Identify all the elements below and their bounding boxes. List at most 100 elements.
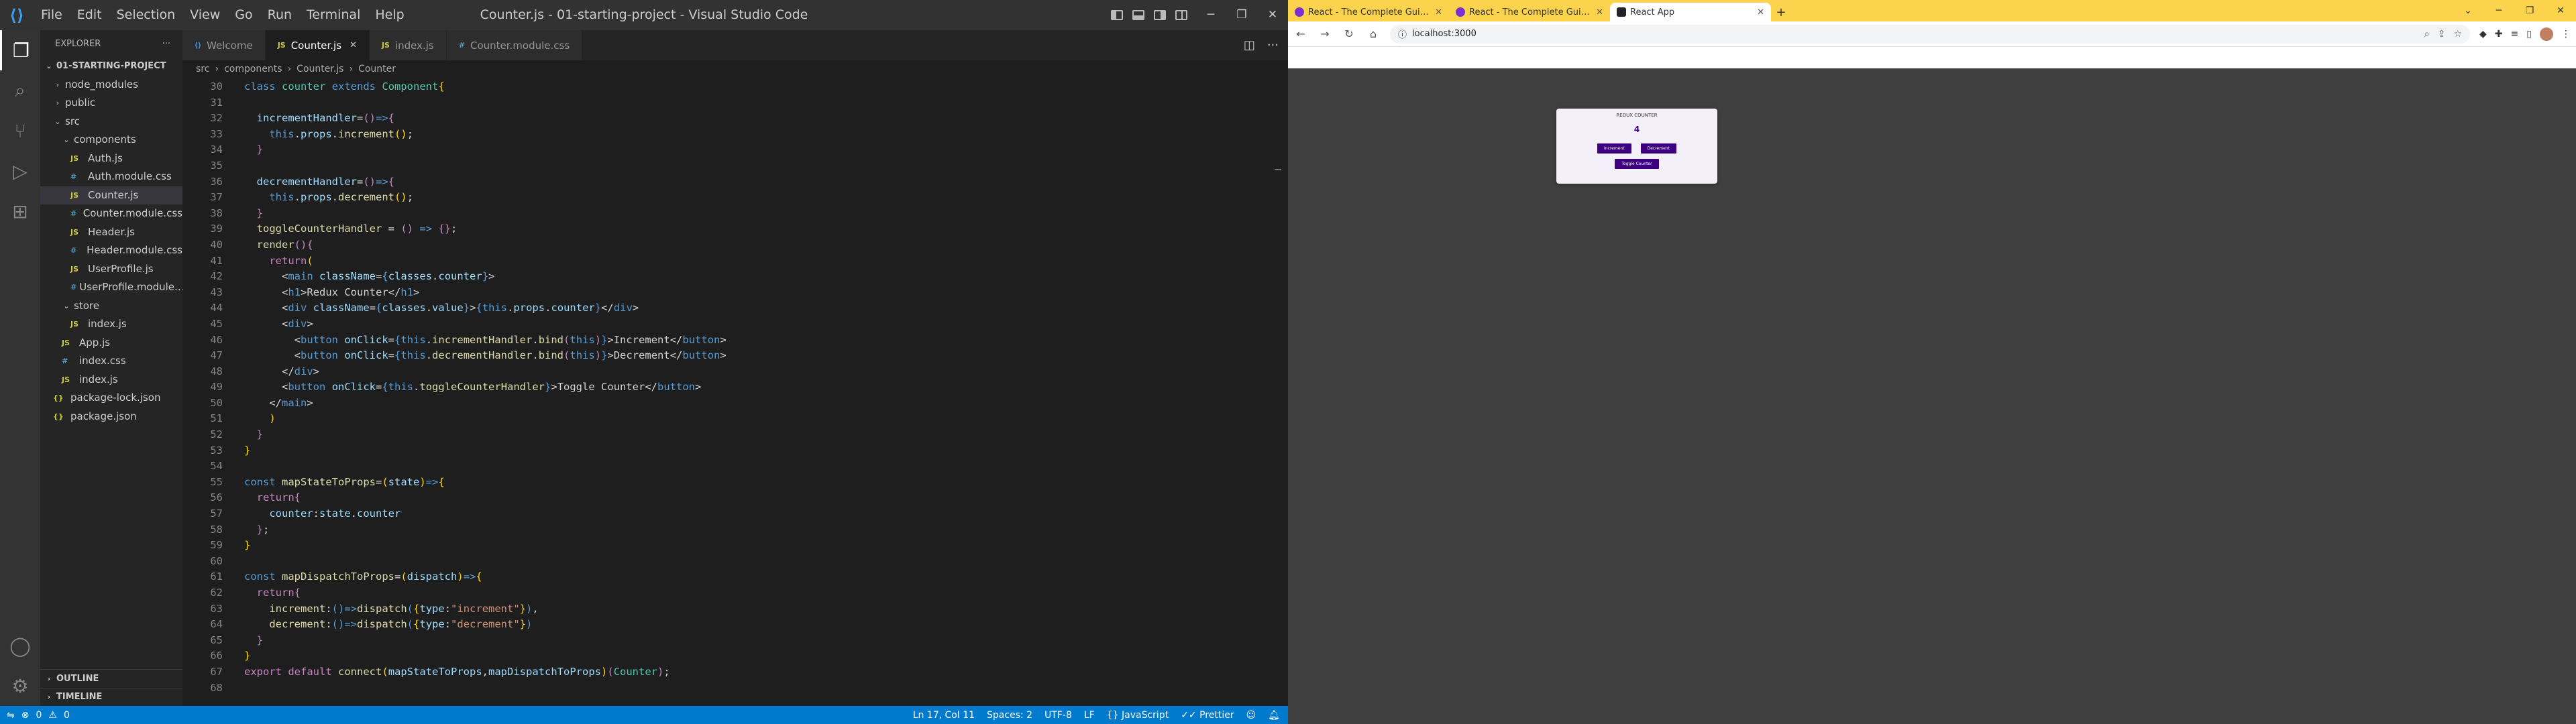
editor-tab[interactable]: JS index.js: [369, 30, 447, 60]
back-icon[interactable]: ←: [1293, 27, 1308, 40]
close-tab-icon[interactable]: ✕: [1435, 7, 1442, 17]
browser-tab[interactable]: React - The Complete Guide (incl ✕: [1288, 3, 1449, 21]
browser-tab[interactable]: React App ✕: [1610, 3, 1771, 21]
toggle-secondary-sidebar-icon[interactable]: [1154, 10, 1166, 20]
errors-count[interactable]: 0: [36, 710, 42, 721]
errors-icon[interactable]: ⊗: [21, 710, 30, 721]
breadcrumb-item[interactable]: src: [196, 64, 209, 74]
breadcrumb-item[interactable]: Counter.js: [297, 64, 343, 74]
timeline-section[interactable]: › TIMELINE: [40, 687, 182, 707]
folder-item[interactable]: › node_modules: [40, 76, 182, 95]
file-item[interactable]: # Counter.module.css: [40, 204, 182, 223]
close-window-icon[interactable]: ✕: [1257, 0, 1288, 30]
share-icon[interactable]: ⇪: [2438, 29, 2446, 40]
file-item[interactable]: JS Counter.js: [40, 186, 182, 204]
file-item[interactable]: JS index.js: [40, 371, 182, 389]
split-editor-icon[interactable]: ◫: [1244, 38, 1255, 52]
cursor-position[interactable]: Ln 17, Col 11: [913, 710, 975, 721]
restore-icon[interactable]: ❐: [2514, 0, 2545, 21]
side-panel-icon[interactable]: ▯: [2526, 29, 2532, 40]
file-item[interactable]: JS UserProfile.js: [40, 260, 182, 279]
address-bar[interactable]: ⓘ localhost:3000 ⌕ ⇪ ☆: [1390, 24, 2471, 44]
menu-item-edit[interactable]: Edit: [70, 0, 109, 30]
minimize-icon[interactable]: ─: [2483, 0, 2514, 21]
warnings-icon[interactable]: ⚠: [48, 710, 57, 721]
indentation[interactable]: Spaces: 2: [987, 710, 1032, 721]
menu-item-run[interactable]: Run: [260, 0, 299, 30]
bookmark-star-icon[interactable]: ☆: [2453, 29, 2462, 40]
feedback-icon[interactable]: ☺: [1246, 710, 1256, 721]
outline-section[interactable]: › OUTLINE: [40, 669, 182, 688]
explorer-icon[interactable]: ❐: [0, 30, 40, 70]
menu-item-view[interactable]: View: [182, 0, 227, 30]
editor-tab[interactable]: ⟨⟩ Welcome: [182, 30, 266, 60]
increment-button[interactable]: Increment: [1597, 143, 1631, 154]
prettier-status[interactable]: ✓✓ Prettier: [1181, 710, 1234, 721]
extensions-puzzle-icon[interactable]: ✚: [2495, 29, 2503, 40]
close-icon[interactable]: ✕: [350, 40, 357, 50]
search-icon[interactable]: ⌕: [0, 70, 40, 111]
code-editor[interactable]: 30 class counter extends Component{31 32 i…: [182, 79, 1283, 696]
editor-tab[interactable]: # Counter.module.css: [446, 30, 583, 60]
menu-item-go[interactable]: Go: [227, 0, 260, 30]
menu-item-terminal[interactable]: Terminal: [299, 0, 368, 30]
account-icon[interactable]: ◯: [0, 625, 40, 666]
settings-gear-icon[interactable]: ⚙: [0, 666, 40, 706]
file-item[interactable]: # UserProfile.module...: [40, 278, 182, 297]
extensions-icon[interactable]: ⊞: [0, 191, 40, 231]
file-item[interactable]: {} package.json: [40, 408, 182, 426]
editor-tab[interactable]: JS Counter.js ✕: [265, 30, 370, 60]
browser-tab[interactable]: React - The Complete Guide (incl ✕: [1449, 3, 1610, 21]
restore-icon[interactable]: ❐: [1226, 0, 1257, 30]
folder-item[interactable]: ⌄ src: [40, 113, 182, 131]
run-debug-icon[interactable]: ▷: [0, 151, 40, 191]
media-control-icon[interactable]: ≡: [2511, 29, 2519, 40]
close-window-icon[interactable]: ✕: [2545, 0, 2576, 21]
menu-item-selection[interactable]: Selection: [109, 0, 183, 30]
file-item[interactable]: JS Auth.js: [40, 149, 182, 168]
zoom-icon[interactable]: ⌕: [2424, 29, 2430, 40]
folder-item[interactable]: › public: [40, 94, 182, 113]
folder-item[interactable]: ⌄ store: [40, 297, 182, 316]
file-item[interactable]: JS App.js: [40, 334, 182, 353]
chrome-menu-icon[interactable]: ⋮: [2561, 29, 2571, 40]
minimize-icon[interactable]: ─: [1195, 0, 1226, 30]
decrement-button[interactable]: Decrement: [1640, 143, 1676, 154]
more-actions-icon[interactable]: ···: [162, 39, 170, 49]
file-item[interactable]: # Header.module.css: [40, 241, 182, 260]
home-icon[interactable]: ⌂: [1366, 27, 1381, 40]
url-text[interactable]: localhost:3000: [1412, 29, 2419, 39]
reload-icon[interactable]: ↻: [1342, 27, 1356, 40]
close-tab-icon[interactable]: ✕: [1757, 7, 1764, 17]
toggle-sidebar-icon[interactable]: [1111, 10, 1123, 20]
breadcrumb-item[interactable]: Counter: [358, 64, 396, 74]
menu-item-file[interactable]: File: [34, 0, 70, 30]
file-item[interactable]: # Auth.module.css: [40, 168, 182, 186]
folder-item[interactable]: ⌄ components: [40, 131, 182, 149]
file-item[interactable]: JS index.js: [40, 315, 182, 334]
line-ending[interactable]: LF: [1084, 710, 1095, 721]
language-mode[interactable]: {} JavaScript: [1107, 710, 1169, 721]
extension-icon[interactable]: ◆: [2479, 29, 2487, 40]
source-control-icon[interactable]: ⑂: [0, 111, 40, 151]
warnings-count[interactable]: 0: [64, 710, 70, 721]
file-item[interactable]: JS Header.js: [40, 223, 182, 242]
toggle-counter-button[interactable]: Toggle Counter: [1615, 159, 1659, 169]
menu-item-help[interactable]: Help: [368, 0, 411, 30]
info-icon[interactable]: ⓘ: [1398, 27, 1407, 40]
notifications-bell-icon[interactable]: 🔔︎: [1268, 710, 1280, 721]
more-actions-icon[interactable]: ···: [1267, 38, 1279, 52]
file-item[interactable]: # index.css: [40, 352, 182, 371]
forward-icon[interactable]: →: [1318, 27, 1332, 40]
toggle-panel-icon[interactable]: [1132, 10, 1144, 20]
new-tab-icon[interactable]: +: [1771, 3, 1791, 21]
project-folder[interactable]: ⌄ 01-STARTING-PROJECT: [40, 57, 182, 76]
encoding[interactable]: UTF-8: [1044, 710, 1072, 721]
file-item[interactable]: {} package-lock.json: [40, 389, 182, 408]
profile-avatar[interactable]: [2540, 27, 2553, 41]
close-tab-icon[interactable]: ✕: [1596, 7, 1603, 17]
customize-layout-icon[interactable]: [1175, 10, 1187, 20]
chevron-down-icon[interactable]: ⌄: [2453, 0, 2483, 21]
remote-icon[interactable]: ⇋: [7, 710, 15, 721]
breadcrumb-item[interactable]: components: [224, 64, 282, 74]
